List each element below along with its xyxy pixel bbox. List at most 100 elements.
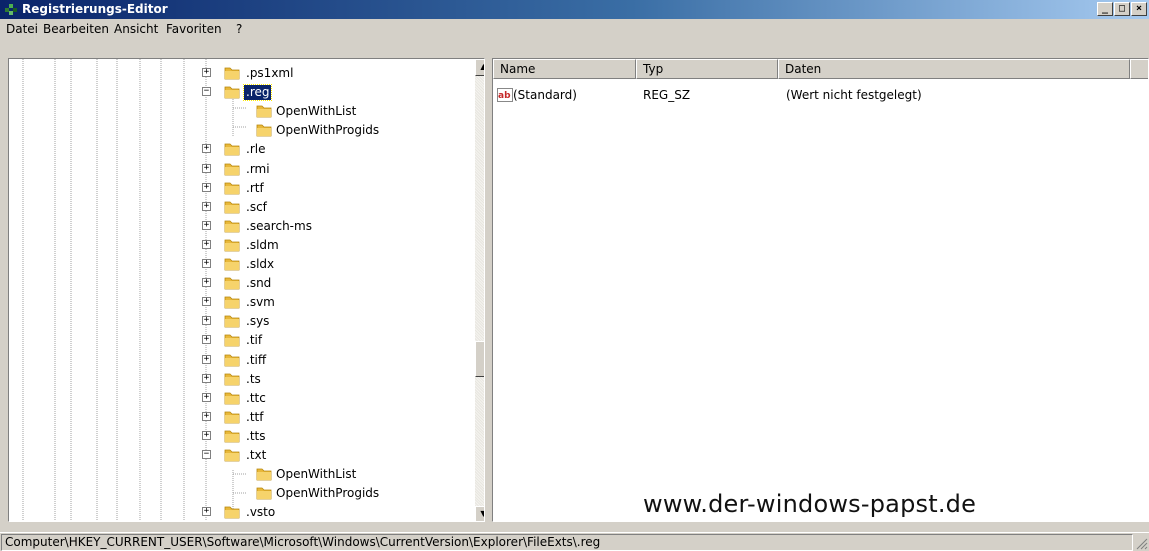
tree-item[interactable]: OpenWithList [228,465,484,484]
column-header-filler [1130,59,1148,79]
tree-item[interactable]: OpenWithProgids [228,121,484,140]
folder-icon [224,143,240,156]
minimize-button[interactable]: _ [1097,2,1113,16]
folder-icon [224,373,240,385]
expand-icon[interactable]: + [202,68,211,77]
folder-icon [224,506,240,519]
tree-item[interactable]: − .reg [202,83,462,102]
collapse-icon[interactable]: − [202,450,211,459]
tree-item[interactable]: OpenWithProgids [228,484,484,503]
tree-item[interactable]: + .rtf [202,179,462,198]
tree-item-label: .ttf [246,409,264,424]
menu-bearbeiten[interactable]: Bearbeiten [43,22,109,36]
tree-item[interactable]: + .tif [202,331,462,350]
tree-vertical-scrollbar[interactable]: ▲ ▼ [475,59,484,521]
expand-icon[interactable]: + [202,239,211,249]
tree-item-label: .sys [246,314,270,329]
tree-item[interactable]: − .txt [202,446,462,465]
tree-item[interactable]: + .sldx [202,255,462,274]
scroll-up-button[interactable]: ▲ [475,59,484,76]
expand-icon[interactable]: + [202,144,211,154]
registry-tree[interactable]: + .ps1xml − .reg OpenWithList OpenWithProgids… [8,58,485,522]
column-header-type[interactable]: Typ [636,59,778,79]
expand-icon[interactable]: + [202,220,211,230]
tree-item-label: OpenWithProgids [276,486,380,501]
folder-icon [224,392,240,405]
scroll-thumb[interactable] [475,341,484,377]
folder-icon [224,163,240,175]
menu-help[interactable]: ? [236,22,242,36]
tree-item[interactable]: + .sldm [202,236,462,255]
menu-ansicht[interactable]: Ansicht [114,22,158,36]
column-header-data[interactable]: Daten [778,59,1130,79]
maximize-button[interactable]: □ [1114,2,1130,16]
folder-icon [224,258,240,271]
tree-item[interactable]: + .rmi [202,160,462,179]
tree-item-label: .rmi [246,161,270,176]
scroll-down-button[interactable]: ▼ [475,506,484,521]
values-list[interactable]: Name Typ Daten ab (Standard) REG_SZ (Wer… [492,58,1149,522]
regedit-app-icon [5,4,17,15]
expand-icon[interactable]: + [202,297,211,307]
svg-text:ab: ab [498,91,511,101]
folder-icon [256,105,272,118]
expand-icon[interactable]: + [202,278,211,288]
folder-icon [224,67,240,80]
expand-icon[interactable]: + [202,507,211,517]
title-bar[interactable]: Registrierungs-Editor _ □ × [0,0,1149,19]
value-row[interactable]: ab (Standard) REG_SZ (Wert nicht festgel… [493,87,1148,105]
tree-item[interactable]: + .tiff [202,351,462,370]
tree-item[interactable]: + .scf [202,198,462,217]
tree-item-label: .reg [242,84,273,102]
expand-icon[interactable]: + [202,259,211,268]
expand-icon[interactable]: + [202,335,211,345]
tree-item[interactable]: + .snd [202,274,462,293]
expand-icon[interactable]: + [202,182,211,192]
tree-item-label: .svm [246,295,275,310]
folder-icon [224,277,240,290]
menu-datei[interactable]: Datei [6,22,38,36]
value-name: (Standard) [513,88,577,102]
folder-icon [224,220,240,233]
collapse-icon[interactable]: − [202,87,211,97]
tree-item-label: .tiff [246,352,267,367]
tree-item-label: .search-ms [246,218,312,233]
tree-item-label: .snd [246,276,272,291]
folder-icon [224,411,240,424]
menu-favoriten[interactable]: Favoriten [166,22,222,36]
tree-item[interactable]: + .ts [202,370,462,389]
tree-item[interactable]: + .ttc [202,389,462,408]
expand-icon[interactable]: + [202,354,211,364]
value-data: (Wert nicht festgelegt) [786,88,922,102]
tree-item[interactable]: + .sys [202,312,462,331]
tree-item-label: .sldm [246,237,279,252]
folder-icon [224,354,240,366]
folder-icon [256,468,272,481]
tree-item[interactable]: + .vsto [202,503,462,521]
tree-item[interactable]: + .tts [202,427,462,446]
expand-icon[interactable]: + [202,373,211,383]
resize-grip-icon[interactable] [1135,537,1148,550]
expand-icon[interactable]: + [202,411,211,421]
folder-icon [224,449,240,462]
expand-icon[interactable]: + [202,316,211,326]
folder-icon [224,86,240,99]
tree-item[interactable]: + .ttf [202,408,462,427]
tree-item-label: OpenWithList [276,467,357,482]
expand-icon[interactable]: + [202,163,211,173]
window-title: Registrierungs-Editor [22,2,168,16]
tree-item[interactable]: + .ps1xml [202,64,462,83]
tree-item[interactable]: + .svm [202,293,462,312]
folder-icon [224,315,240,328]
tree-item[interactable]: OpenWithList [228,102,484,121]
watermark-text: www.der-windows-papst.de [643,490,977,518]
expand-icon[interactable]: + [202,430,211,440]
folder-icon [224,334,240,347]
tree-item[interactable]: + .search-ms [202,217,462,236]
close-button[interactable]: × [1131,2,1147,16]
expand-icon[interactable]: + [202,392,211,402]
expand-icon[interactable]: + [202,201,211,211]
tree-item[interactable]: + .rle [202,140,462,159]
list-header: Name Typ Daten [493,59,1148,79]
column-header-name[interactable]: Name [493,59,636,79]
